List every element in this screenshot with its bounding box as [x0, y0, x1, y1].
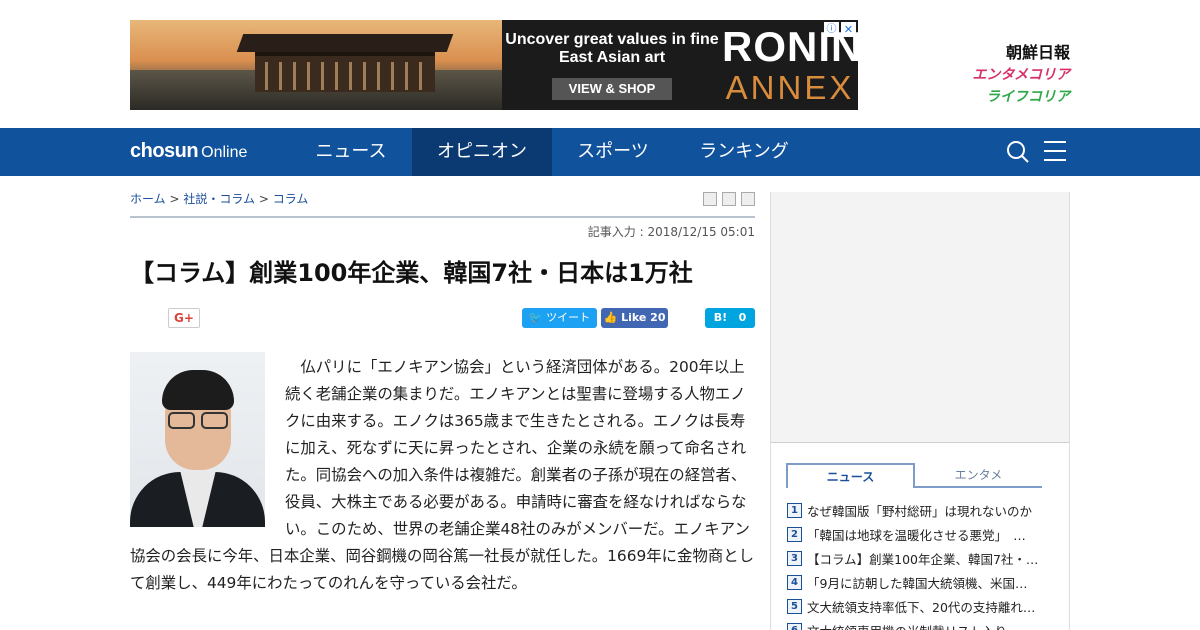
ranking-item[interactable]: 2 「韓国は地球を温暖化させる悪党」 … — [787, 522, 1057, 546]
rank-title: 文大統領専用機の米制裁リスト入り… — [807, 621, 1020, 630]
breadcrumb-column[interactable]: コラム — [273, 192, 309, 206]
nav-item-ranking[interactable]: ランキング — [674, 128, 814, 176]
sidebar: ニュース エンタメ 1 なぜ韓国版「野村総研」は現れないのか 2 「韓国は地球を… — [770, 192, 1070, 630]
hatena-count: 0 — [738, 311, 747, 324]
tweet-label: ツイート — [546, 311, 591, 324]
rank-title: 「9月に訪朝した韓国大統領機、米国… — [807, 575, 1028, 591]
search-icon[interactable] — [1006, 140, 1030, 164]
nav-item-sports[interactable]: スポーツ — [552, 128, 674, 176]
logo-light: Online — [201, 144, 248, 161]
twitter-bird-icon: 🐦 — [528, 311, 543, 324]
article-date: 記事入力 : 2018/12/15 05:01 — [587, 225, 755, 239]
rank-number: 4 — [787, 574, 802, 590]
ad-close-icon[interactable]: ✕ — [841, 22, 856, 37]
sidebar-ad-slot — [771, 192, 1069, 442]
tab-news[interactable]: ニュース — [786, 463, 915, 488]
thumbs-up-icon: 👍 — [603, 311, 618, 324]
rank-title: 文大統領支持率低下、20代の支持離れ… — [807, 599, 1036, 615]
breadcrumb-separator: > — [169, 192, 180, 206]
text-size-icon[interactable] — [722, 192, 736, 206]
ad-copy: Uncover great values in fine East Asian … — [502, 20, 722, 110]
back-arrow-icon[interactable] — [741, 192, 755, 206]
site-links: 朝鮮日報 エンタメコリア ライフコリア — [920, 42, 1070, 108]
breadcrumb: ホーム > 社説・コラム > コラム — [130, 190, 308, 207]
rank-number: 1 — [787, 502, 802, 518]
ranking-tabs: ニュース エンタメ — [786, 463, 1042, 488]
rank-number: 3 — [787, 550, 802, 566]
hamburger-menu-icon[interactable] — [1044, 141, 1066, 163]
hatena-bookmark-button[interactable]: B! 0 — [705, 308, 755, 328]
article-column: ホーム > 社説・コラム > コラム 記事入力 : 2018/12/15 05:… — [130, 176, 755, 630]
breadcrumb-home[interactable]: ホーム — [130, 192, 166, 206]
ad-tagline: Uncover great values in fine East Asian … — [505, 31, 719, 66]
banner-ad[interactable]: Uncover great values in fine East Asian … — [130, 20, 858, 110]
divider — [130, 216, 755, 218]
chosun-ilbo-link[interactable]: 朝鮮日報 — [920, 42, 1070, 64]
facebook-like-button[interactable]: 👍 Like 20 — [601, 308, 668, 328]
google-plus-button[interactable]: G+ — [168, 308, 200, 328]
article-headline: 【コラム】創業100年企業、韓国7社・日本は1万社 — [130, 259, 693, 287]
article-tools — [703, 192, 755, 206]
rank-number: 5 — [787, 598, 802, 614]
ranking-item[interactable]: 5 文大統領支持率低下、20代の支持離れ… — [787, 594, 1057, 618]
ranking-list: 1 なぜ韓国版「野村総研」は現れないのか 2 「韓国は地球を温暖化させる悪党」 … — [787, 498, 1057, 630]
tweet-button[interactable]: 🐦 ツイート — [522, 308, 597, 328]
rank-title: 【コラム】創業100年企業、韓国7社・… — [807, 551, 1039, 567]
ranking-item[interactable]: 4 「9月に訪朝した韓国大統領機、米国… — [787, 570, 1057, 594]
nav-item-opinion[interactable]: オピニオン — [412, 128, 552, 176]
breadcrumb-editorials[interactable]: 社説・コラム — [183, 192, 255, 206]
site-logo[interactable]: chosun Online — [130, 140, 247, 163]
print-icon[interactable] — [703, 192, 717, 206]
main-nav: chosun Online ニュース オピニオン スポーツ ランキング — [0, 128, 1200, 176]
like-label: Like — [621, 311, 647, 324]
ad-info-icon[interactable]: ⓘ — [824, 22, 839, 37]
tab-entame[interactable]: エンタメ — [915, 463, 1042, 488]
ranking-item[interactable]: 6 文大統領専用機の米制裁リスト入り… — [787, 618, 1057, 630]
entame-korea-link[interactable]: エンタメコリア — [920, 64, 1070, 86]
ranking-item[interactable]: 1 なぜ韓国版「野村総研」は現れないのか — [787, 498, 1057, 522]
rank-number: 2 — [787, 526, 802, 542]
rank-title: 「韓国は地球を温暖化させる悪党」 … — [807, 527, 1026, 543]
ad-brand-line2: ANNEX — [725, 69, 855, 106]
hatena-label: B! — [713, 311, 728, 324]
breadcrumb-separator: > — [258, 192, 269, 206]
ad-view-shop-button[interactable]: VIEW & SHOP — [552, 78, 672, 100]
article-body: 仏パリに「エノキアン協会」という経済団体がある。200年以上続く老舗企業の集まり… — [130, 354, 755, 597]
ad-artwork-image — [130, 20, 502, 110]
rank-title: なぜ韓国版「野村総研」は現れないのか — [807, 503, 1033, 519]
life-korea-link[interactable]: ライフコリア — [920, 86, 1070, 108]
rank-number: 6 — [787, 622, 802, 630]
like-count: 20 — [650, 311, 666, 324]
divider — [771, 442, 1069, 443]
nav-item-news[interactable]: ニュース — [290, 128, 412, 176]
site-header: Uncover great values in fine East Asian … — [0, 0, 1200, 128]
logo-bold: chosun — [130, 140, 199, 162]
ranking-item[interactable]: 3 【コラム】創業100年企業、韓国7社・… — [787, 546, 1057, 570]
